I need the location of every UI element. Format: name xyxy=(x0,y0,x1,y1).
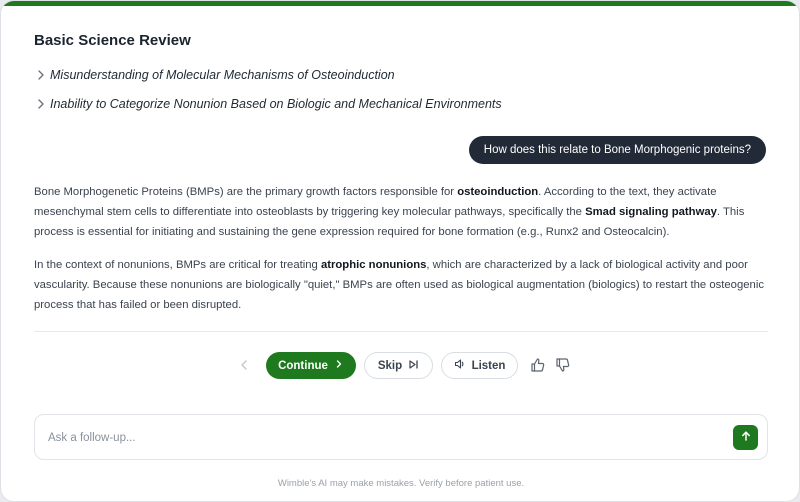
response-text: In the context of nonunions, BMPs are cr… xyxy=(34,259,321,271)
ai-disclaimer: Wimble's AI may make mistakes. Verify be… xyxy=(277,478,525,489)
listen-button[interactable]: Listen xyxy=(441,352,518,379)
response-bold-term: Smad signaling pathway xyxy=(585,206,717,218)
chevron-right-icon xyxy=(334,359,344,372)
continue-label: Continue xyxy=(278,359,328,372)
response-bold-term: osteoinduction xyxy=(457,186,539,198)
topic-item-2[interactable]: Inability to Categorize Nonunion Based o… xyxy=(34,95,502,113)
topic-label: Misunderstanding of Molecular Mechanisms… xyxy=(50,68,395,82)
response-controls: Continue Skip Listen xyxy=(1,352,799,379)
response-paragraph-1: Bone Morphogenetic Proteins (BMPs) are t… xyxy=(34,182,764,242)
arrow-up-icon xyxy=(740,430,752,445)
response-text: Bone Morphogenetic Proteins (BMPs) are t… xyxy=(34,186,458,198)
chat-card: Basic Science Review Misunderstanding of… xyxy=(0,0,800,502)
user-message-bubble: How does this relate to Bone Morphogenic… xyxy=(468,136,766,164)
topic-item-1[interactable]: Misunderstanding of Molecular Mechanisms… xyxy=(34,66,395,84)
response-paragraph-2: In the context of nonunions, BMPs are cr… xyxy=(34,255,764,315)
speaker-icon xyxy=(454,358,466,373)
thumbs-down-icon[interactable] xyxy=(555,357,571,373)
send-button[interactable] xyxy=(733,425,758,450)
listen-label: Listen xyxy=(471,359,506,372)
skip-label: Skip xyxy=(377,359,403,372)
chevron-right-icon xyxy=(34,68,48,82)
follow-up-composer xyxy=(34,414,768,460)
thumbs-up-icon[interactable] xyxy=(530,357,546,373)
follow-up-input[interactable] xyxy=(48,427,708,449)
divider xyxy=(34,331,768,332)
accent-top-bar xyxy=(1,1,799,6)
chevron-right-icon xyxy=(34,97,48,111)
response-bold-term: atrophic nonunions xyxy=(320,259,427,271)
skip-button[interactable]: Skip xyxy=(364,352,433,379)
skip-forward-icon xyxy=(408,359,419,373)
continue-button[interactable]: Continue xyxy=(266,352,356,379)
topic-label: Inability to Categorize Nonunion Based o… xyxy=(50,97,502,111)
chevron-left-icon[interactable] xyxy=(237,358,251,372)
page-title: Basic Science Review xyxy=(34,32,191,49)
